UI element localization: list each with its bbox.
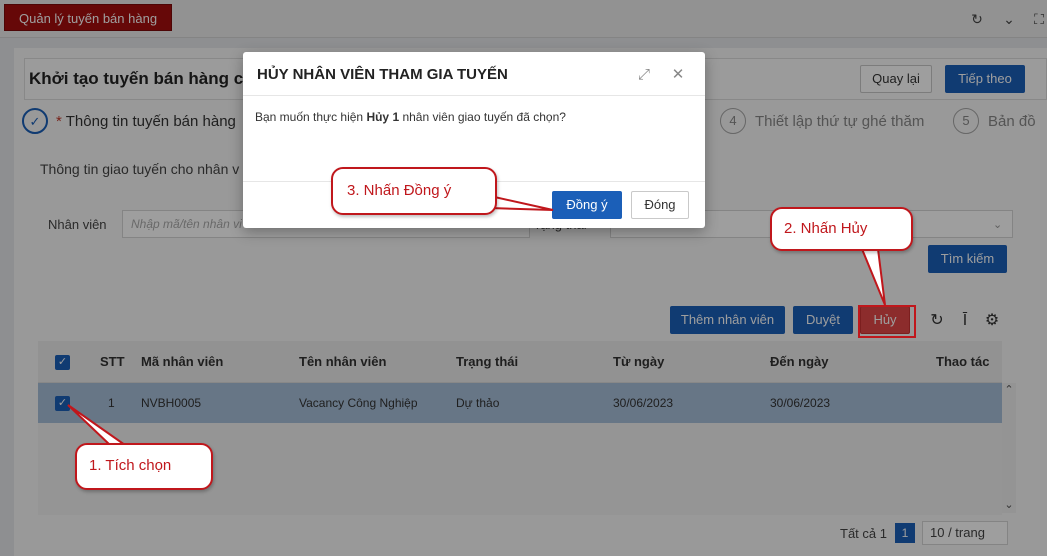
callout-step2: 2. Nhấn Hủy bbox=[770, 207, 913, 251]
close-icon[interactable]: ✕ bbox=[669, 66, 687, 84]
close-button[interactable]: Đóng bbox=[631, 191, 689, 219]
callout-step3: 3. Nhấn Đồng ý bbox=[331, 167, 497, 215]
confirm-button[interactable]: Đồng ý bbox=[552, 191, 622, 219]
dialog-title: HỦY NHÂN VIÊN THAM GIA TUYẾN bbox=[257, 66, 508, 83]
cancel-highlight bbox=[858, 305, 916, 338]
divider bbox=[243, 95, 705, 96]
callout-step1: 1. Tích chọn bbox=[75, 443, 213, 490]
dialog-message: Bạn muốn thực hiện Hủy 1 nhân viên giao … bbox=[255, 110, 566, 124]
expand-icon[interactable]: ⤢ bbox=[635, 66, 653, 84]
